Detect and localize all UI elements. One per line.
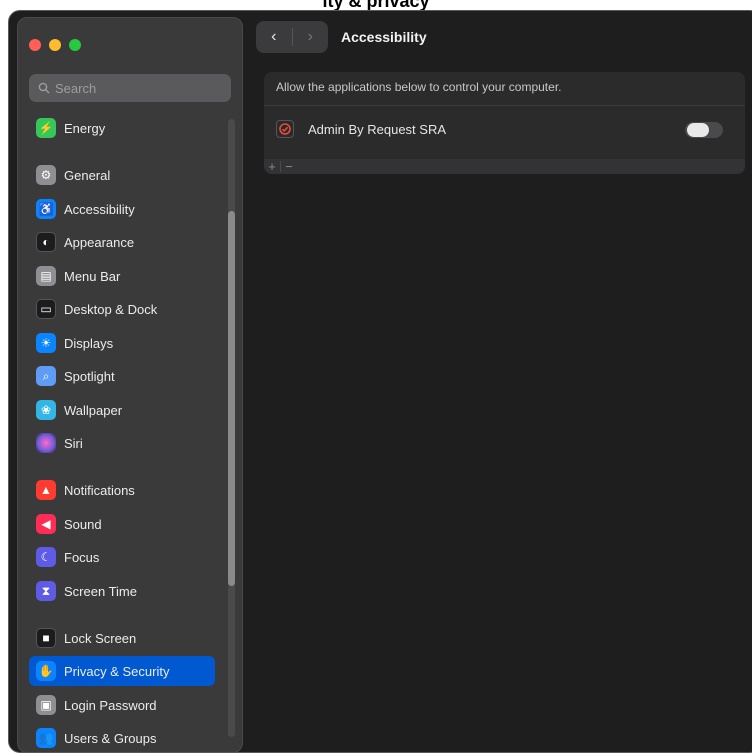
sidebar-item-lock-screen[interactable]: ■ Lock Screen xyxy=(29,623,215,653)
sidebar-item-label: Accessibility xyxy=(64,201,135,217)
sidebar-item-label: Login Password xyxy=(64,697,157,713)
forward-button[interactable]: › xyxy=(292,21,328,53)
sidebar-item-label: Wallpaper xyxy=(64,402,123,418)
lock-icon: ■ xyxy=(36,628,56,648)
panel-description: Allow the applications below to control … xyxy=(276,80,562,94)
spotlight-icon: ⌕ xyxy=(36,366,56,386)
search-input[interactable]: Search xyxy=(29,74,231,102)
sidebar-item-label: Notifications xyxy=(64,482,135,498)
sidebar-item-energy[interactable]: ⚡ Energy xyxy=(29,113,215,143)
app-access-toggle[interactable] xyxy=(685,122,723,138)
add-button[interactable]: + xyxy=(264,159,280,174)
sidebar-item-label: General xyxy=(64,167,111,183)
sidebar-item-login-password[interactable]: ▣ Login Password xyxy=(29,690,215,720)
admin-by-request-icon xyxy=(276,120,294,138)
chevron-right-icon: › xyxy=(307,28,313,45)
list-item[interactable]: Admin By Request SRA xyxy=(276,116,736,142)
sidebar-item-label: Screen Time xyxy=(64,583,137,599)
sidebar-item-label: Lock Screen xyxy=(64,630,137,646)
sidebar-item-appearance[interactable]: ◐ Appearance xyxy=(29,227,215,257)
sidebar-item-accessibility[interactable]: ♿ Accessibility xyxy=(29,194,215,224)
sidebar-item-label: Menu Bar xyxy=(64,268,121,284)
window-controls xyxy=(29,39,81,51)
sidebar-item-privacy-security[interactable]: ✋ Privacy & Security xyxy=(29,656,215,686)
search-placeholder: Search xyxy=(55,80,97,96)
key-icon: ▣ xyxy=(36,695,56,715)
zoom-window-button[interactable] xyxy=(69,39,81,51)
appearance-icon: ◐ xyxy=(36,232,56,252)
search-icon xyxy=(38,82,50,94)
back-button[interactable]: ‹ xyxy=(256,21,292,53)
sidebar-item-label: Appearance xyxy=(64,234,135,250)
sidebar-item-label: Privacy & Security xyxy=(64,663,170,679)
sidebar-item-notifications[interactable]: ▲ Notifications xyxy=(29,475,215,505)
sidebar-item-general[interactable]: ⚙ General xyxy=(29,160,215,190)
minimize-window-button[interactable] xyxy=(49,39,61,51)
sidebar-item-focus[interactable]: ☾ Focus xyxy=(29,542,215,572)
chevron-left-icon: ‹ xyxy=(271,28,277,45)
energy-icon: ⚡ xyxy=(36,118,56,138)
speaker-icon: ◀ xyxy=(36,514,56,534)
settings-window: Search ⚡ Energy ⚙ General ♿ Accessibilit… xyxy=(8,10,752,753)
wallpaper-icon: ❀ xyxy=(36,400,56,420)
sidebar-item-label: Energy xyxy=(64,120,106,136)
sidebar-item-label: Sound xyxy=(64,516,102,532)
bell-icon: ▲ xyxy=(36,480,56,500)
sidebar-item-label: Spotlight xyxy=(64,368,115,384)
close-window-button[interactable] xyxy=(29,39,41,51)
toggle-knob xyxy=(687,123,709,137)
sidebar-item-users-groups[interactable]: 👥 Users & Groups xyxy=(29,723,215,752)
list-footer: + − xyxy=(264,159,745,174)
hand-icon: ✋ xyxy=(36,661,56,681)
hourglass-icon: ⧗ xyxy=(36,581,56,601)
sidebar-item-desktop-dock[interactable]: ▭ Desktop & Dock xyxy=(29,294,215,324)
sidebar-item-menu-bar[interactable]: ▤ Menu Bar xyxy=(29,261,215,291)
sidebar-item-spotlight[interactable]: ⌕ Spotlight xyxy=(29,361,215,391)
sidebar-item-screen-time[interactable]: ⧗ Screen Time xyxy=(29,576,215,606)
sidebar-item-sound[interactable]: ◀ Sound xyxy=(29,509,215,539)
sidebar-item-siri[interactable]: Siri xyxy=(29,428,215,458)
displays-icon: ☀ xyxy=(36,333,56,353)
divider xyxy=(264,105,745,106)
siri-icon xyxy=(36,433,56,453)
users-icon: 👥 xyxy=(36,728,56,748)
sidebar-item-label: Desktop & Dock xyxy=(64,301,158,317)
sidebar-item-displays[interactable]: ☀ Displays xyxy=(29,328,215,358)
accessibility-icon: ♿ xyxy=(36,199,56,219)
sidebar-scrollbar-thumb[interactable] xyxy=(228,211,235,586)
sidebar-item-wallpaper[interactable]: ❀ Wallpaper xyxy=(29,395,215,425)
navigation-buttons: ‹ › xyxy=(256,21,328,53)
accessibility-apps-panel: Allow the applications below to control … xyxy=(264,72,745,174)
gear-icon: ⚙ xyxy=(36,165,56,185)
sidebar-item-label: Siri xyxy=(64,435,83,451)
page-title: Accessibility xyxy=(341,29,427,45)
app-name: Admin By Request SRA xyxy=(308,121,447,137)
dock-icon: ▭ xyxy=(36,299,56,319)
moon-icon: ☾ xyxy=(36,547,56,567)
remove-button[interactable]: − xyxy=(281,159,297,174)
sidebar-item-label: Focus xyxy=(64,549,100,565)
sidebar-item-label: Displays xyxy=(64,335,114,351)
menu-bar-icon: ▤ xyxy=(36,266,56,286)
sidebar-item-label: Users & Groups xyxy=(64,730,157,746)
